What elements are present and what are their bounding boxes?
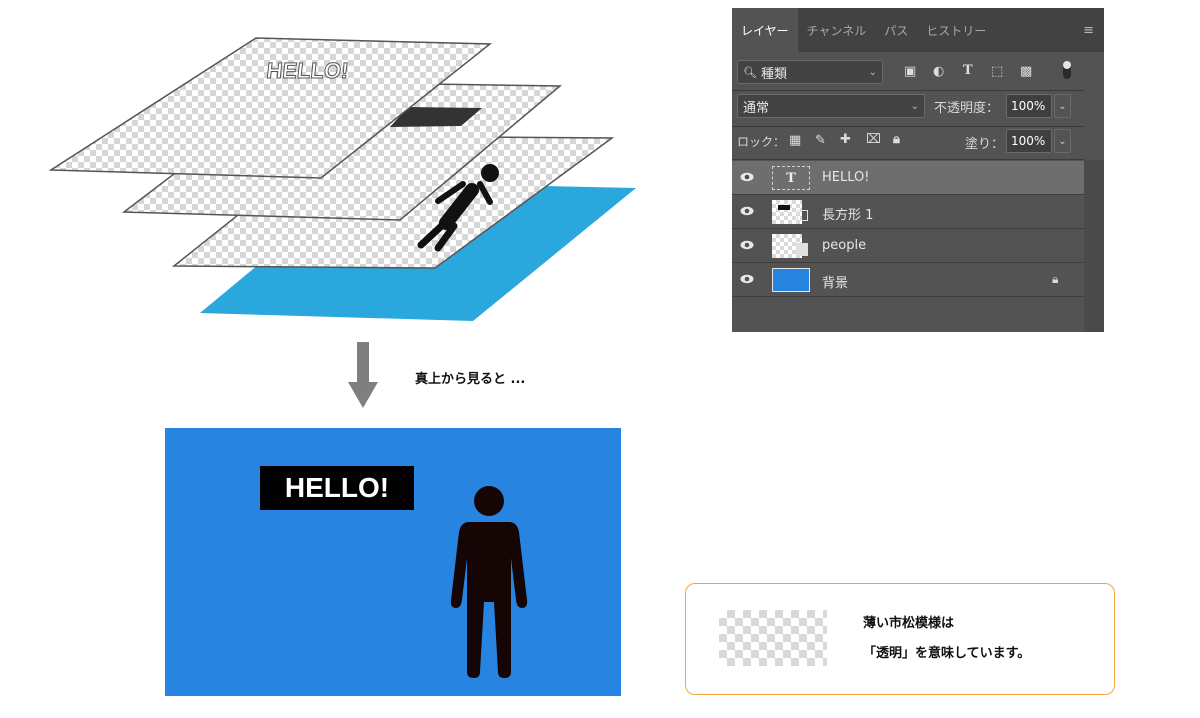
layer-stack-diagram: HELLO! xyxy=(48,37,636,321)
panel-tabs: レイヤー チャンネル パス ヒストリー ≡ xyxy=(732,8,1104,52)
layer-name: HELLO! xyxy=(822,170,870,185)
hello-outline-text: HELLO! xyxy=(265,58,349,83)
text-layer-icon: T xyxy=(772,166,810,190)
layer-name: 背景 xyxy=(822,276,849,291)
opacity-input[interactable]: 100% xyxy=(1006,94,1052,118)
lock-image-pixels-icon[interactable]: ✎ xyxy=(815,133,826,148)
tab-paths[interactable]: パス xyxy=(875,8,917,52)
tab-layers[interactable]: レイヤー xyxy=(732,8,798,52)
composited-result-canvas: HELLO! xyxy=(165,428,621,696)
down-arrow-icon xyxy=(348,342,378,408)
layers-panel: レイヤー チャンネル パス ヒストリー ≡ 🔍︎ 種類 ⌄ ▣ ◐ T ⬚ ▩ … xyxy=(732,8,1104,332)
layer-row-background[interactable]: 背景 🔒︎ xyxy=(732,263,1084,297)
fill-chevron-icon[interactable]: ⌄ xyxy=(1054,129,1071,153)
smart-object-filter-icon[interactable]: ▩ xyxy=(1020,64,1032,79)
eye-icon[interactable] xyxy=(740,240,754,250)
eye-icon[interactable] xyxy=(740,172,754,182)
pixel-filter-icon[interactable]: ▣ xyxy=(904,64,916,79)
fill-label: 塗り： xyxy=(965,137,1005,152)
type-filter-icon[interactable]: T xyxy=(963,63,973,78)
shape-badge-icon xyxy=(797,210,808,221)
top-view-caption: 真上から見ると ... xyxy=(415,372,526,387)
lock-position-icon[interactable]: ✚ xyxy=(840,132,851,147)
layer-name: people xyxy=(822,238,867,253)
search-icon: 🔍︎ xyxy=(743,65,757,79)
panel-menu-icon[interactable]: ≡ xyxy=(1073,8,1104,52)
lock-icon: 🔒︎ xyxy=(1052,272,1059,286)
lock-label: ロック： xyxy=(737,135,786,149)
layers-scrollbar[interactable] xyxy=(1084,160,1104,332)
shape-filter-icon[interactable]: ⬚ xyxy=(991,64,1003,79)
blend-mode-dropdown[interactable]: 通常 ⌄ xyxy=(737,94,925,118)
layer-filter-label: 種類 xyxy=(760,66,787,82)
layer-filter-dropdown[interactable]: 🔍︎ 種類 ⌄ xyxy=(737,60,883,84)
eye-icon[interactable] xyxy=(740,206,754,216)
blend-mode-value: 通常 xyxy=(743,100,770,116)
filter-toggle-icon[interactable] xyxy=(1063,61,1071,79)
note-line-1: 薄い市松模様は xyxy=(863,616,955,631)
transparency-note-box: 薄い市松模様は 「透明」を意味しています。 xyxy=(685,583,1115,695)
opacity-label: 不透明度： xyxy=(934,101,1000,116)
background-layer-thumbnail xyxy=(772,268,810,292)
eye-icon[interactable] xyxy=(740,274,754,284)
person-icon xyxy=(450,486,528,678)
layer-name: 長方形 1 xyxy=(822,208,874,223)
smart-object-badge-icon xyxy=(796,243,808,256)
tab-channels[interactable]: チャンネル xyxy=(798,8,876,52)
lock-transparent-pixels-icon[interactable]: ▦ xyxy=(789,133,801,148)
note-line-2: 「透明」を意味しています。 xyxy=(863,646,1031,661)
checkerboard-sample xyxy=(719,610,827,666)
chevron-down-icon: ⌄ xyxy=(910,100,919,112)
tab-history[interactable]: ヒストリー xyxy=(917,8,995,52)
hello-text-box: HELLO! xyxy=(260,466,414,510)
chevron-down-icon: ⌄ xyxy=(868,66,877,78)
layer-row-hello[interactable]: T HELLO! xyxy=(732,161,1084,195)
fill-input[interactable]: 100% xyxy=(1006,129,1052,153)
adjustment-filter-icon[interactable]: ◐ xyxy=(933,64,944,79)
layer-row-rectangle[interactable]: 長方形 1 xyxy=(732,195,1084,229)
opacity-chevron-icon[interactable]: ⌄ xyxy=(1054,94,1071,118)
layer-row-people[interactable]: people xyxy=(732,229,1084,263)
lock-all-icon[interactable]: 🔒︎ xyxy=(893,132,900,147)
lock-artboard-icon[interactable]: ⌧ xyxy=(866,132,881,147)
